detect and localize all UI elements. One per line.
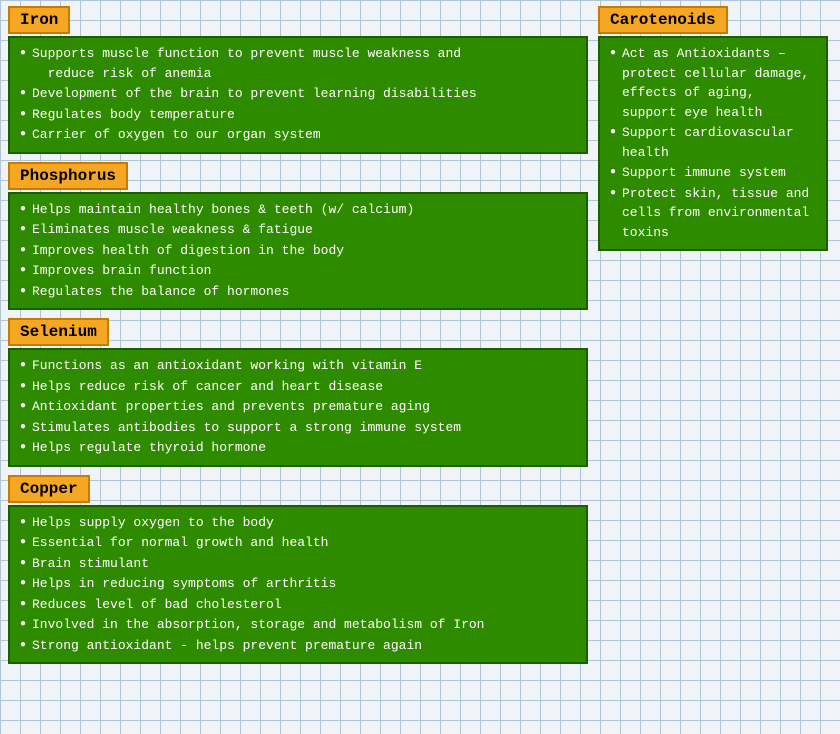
phosphorus-content: Helps maintain healthy bones & teeth (w/… (8, 192, 588, 311)
list-item: Regulates body temperature (20, 105, 576, 125)
list-item: Protect skin, tissue and cells from envi… (610, 184, 816, 243)
list-item: Antioxidant properties and prevents prem… (20, 397, 576, 417)
list-item: Helps maintain healthy bones & teeth (w/… (20, 200, 576, 220)
selenium-section: Selenium Functions as an antioxidant wor… (8, 318, 588, 467)
copper-content: Helps supply oxygen to the body Essentia… (8, 505, 588, 665)
copper-list: Helps supply oxygen to the body Essentia… (20, 513, 576, 656)
list-item: Reduces level of bad cholesterol (20, 595, 576, 615)
list-item: Involved in the absorption, storage and … (20, 615, 576, 635)
list-item: Support immune system (610, 163, 816, 183)
phosphorus-section: Phosphorus Helps maintain healthy bones … (8, 162, 588, 311)
iron-list: Supports muscle function to prevent musc… (20, 44, 576, 145)
list-item: Improves brain function (20, 261, 576, 281)
list-item: Stimulates antibodies to support a stron… (20, 418, 576, 438)
list-item: Eliminates muscle weakness & fatigue (20, 220, 576, 240)
copper-section: Copper Helps supply oxygen to the body E… (8, 475, 588, 665)
list-item: Essential for normal growth and health (20, 533, 576, 553)
list-item: Strong antioxidant - helps prevent prema… (20, 636, 576, 656)
list-item: Helps supply oxygen to the body (20, 513, 576, 533)
list-item: Supports muscle function to prevent musc… (20, 44, 576, 83)
list-item: Helps regulate thyroid hormone (20, 438, 576, 458)
carotenoids-list: Act as Antioxidants – protect cellular d… (610, 44, 816, 242)
phosphorus-title: Phosphorus (8, 162, 128, 190)
copper-title: Copper (8, 475, 90, 503)
selenium-content: Functions as an antioxidant working with… (8, 348, 588, 467)
iron-content: Supports muscle function to prevent musc… (8, 36, 588, 154)
list-item: Helps reduce risk of cancer and heart di… (20, 377, 576, 397)
list-item: Regulates the balance of hormones (20, 282, 576, 302)
iron-title: Iron (8, 6, 70, 34)
carotenoids-section: Carotenoids Act as Antioxidants – protec… (598, 6, 828, 251)
list-item: Helps in reducing symptoms of arthritis (20, 574, 576, 594)
selenium-list: Functions as an antioxidant working with… (20, 356, 576, 458)
phosphorus-list: Helps maintain healthy bones & teeth (w/… (20, 200, 576, 302)
list-item: Development of the brain to prevent lear… (20, 84, 576, 104)
list-item: Functions as an antioxidant working with… (20, 356, 576, 376)
list-item: Carrier of oxygen to our organ system (20, 125, 576, 145)
selenium-title: Selenium (8, 318, 109, 346)
list-item: Support cardiovascular health (610, 123, 816, 162)
list-item: Brain stimulant (20, 554, 576, 574)
iron-section: Iron Supports muscle function to prevent… (8, 6, 588, 154)
carotenoids-content: Act as Antioxidants – protect cellular d… (598, 36, 828, 251)
list-item: Improves health of digestion in the body (20, 241, 576, 261)
list-item: Act as Antioxidants – protect cellular d… (610, 44, 816, 122)
carotenoids-title: Carotenoids (598, 6, 728, 34)
